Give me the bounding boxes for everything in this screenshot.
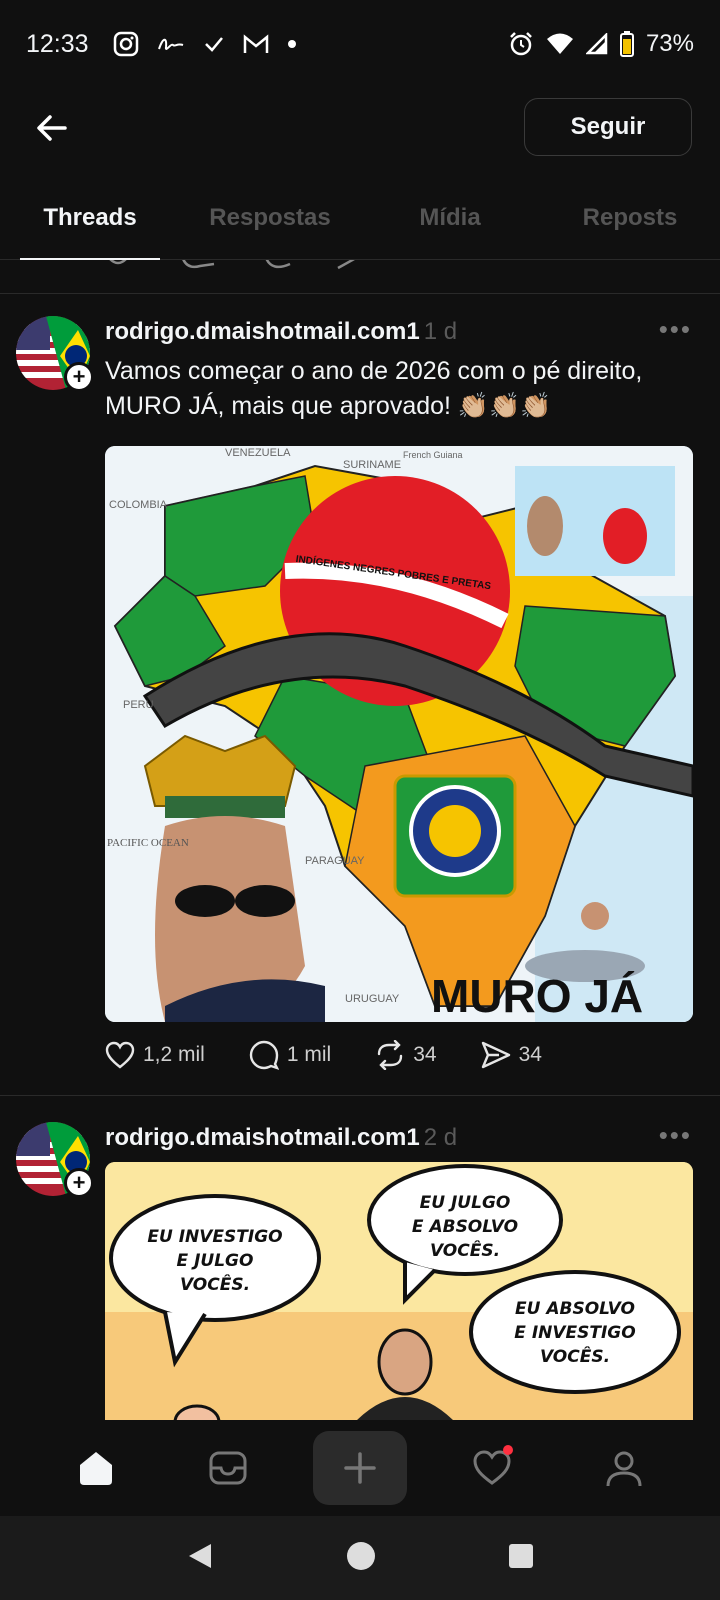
system-navigation xyxy=(0,1516,720,1600)
bottom-navigation xyxy=(0,1420,720,1516)
map-label: PERU xyxy=(123,699,154,711)
map-label: SURINAME xyxy=(343,459,401,471)
map-label: VENEZUELA xyxy=(225,447,291,459)
previous-post-actions xyxy=(0,260,720,294)
profile-icon xyxy=(606,1451,642,1487)
repost-icon xyxy=(378,1040,403,1070)
wifi-icon xyxy=(546,32,574,56)
post-image[interactable]: EU INVESTIGO E JULGO VOCÊS. EU JULGO E ABSO… xyxy=(105,1162,693,1420)
map-label: URUGUAY xyxy=(345,993,400,1005)
profile-tabs: Threads Respostas Mídia Reposts xyxy=(0,186,720,260)
map-label: French Guiana xyxy=(403,450,463,460)
tab-reposts[interactable]: Reposts xyxy=(540,186,720,259)
check-icon xyxy=(203,33,225,55)
follow-plus-icon[interactable]: + xyxy=(64,1168,94,1198)
post-image[interactable]: INDÍGENES NEGRES POBRES E PRETAS VENEZUE… xyxy=(105,446,693,1022)
signature-icon xyxy=(157,33,185,55)
username-text[interactable]: rodrigo.dmaishotmail.com1 xyxy=(105,318,420,345)
battery-percent: 73% xyxy=(645,30,694,57)
system-back-icon[interactable] xyxy=(185,1541,215,1576)
tab-respostas[interactable]: Respostas xyxy=(180,186,360,259)
comment-icon xyxy=(249,1040,279,1070)
home-icon xyxy=(80,1452,112,1485)
tab-threads[interactable]: Threads xyxy=(0,186,180,260)
back-arrow-icon[interactable] xyxy=(30,106,74,150)
post-2: + rodrigo.dmaishotmail.com1 2 d ••• EU IN… xyxy=(0,1100,720,1420)
status-bar: 12:33 73% xyxy=(0,0,720,88)
create-icon xyxy=(344,1452,376,1484)
status-time: 12:33 xyxy=(26,29,89,58)
post-text-line-2: MURO JÁ, mais que aprovado! 👏🏼👏🏼👏🏼 xyxy=(105,392,552,420)
post-age: 1 d xyxy=(423,318,458,345)
map-label: PARAGUAY xyxy=(305,855,365,867)
map-label: PACIFIC OCEAN xyxy=(107,837,189,849)
gmail-icon xyxy=(243,33,269,55)
nav-create[interactable] xyxy=(313,1431,407,1505)
signal-icon xyxy=(585,33,608,55)
inbox-icon xyxy=(209,1451,247,1485)
more-options-icon[interactable]: ••• xyxy=(659,314,692,345)
instagram-icon xyxy=(113,31,139,57)
battery-icon xyxy=(619,31,634,57)
post-username[interactable]: rodrigo.dmaishotmail.com1 2 d xyxy=(105,1124,457,1152)
alarm-icon xyxy=(508,31,534,57)
reply-count: 1 mil xyxy=(286,1043,332,1066)
brazil-wall-meme-image: INDÍGENES NEGRES POBRES E PRETAS VENEZUE… xyxy=(105,446,693,1022)
nav-inbox[interactable] xyxy=(181,1431,275,1505)
repost-button[interactable]: 34 xyxy=(375,1040,437,1070)
repost-count: 34 xyxy=(413,1043,437,1066)
username-text[interactable]: rodrigo.dmaishotmail.com1 xyxy=(105,1124,420,1151)
post-text: Vamos começar o ano de 2026 com o pé dir… xyxy=(105,354,695,424)
follow-plus-icon[interactable]: + xyxy=(64,362,94,392)
nav-activity[interactable] xyxy=(445,1431,539,1505)
cartoon-image: EU INVESTIGO E JULGO VOCÊS. EU JULGO E ABSO… xyxy=(105,1162,693,1420)
share-button[interactable]: 34 xyxy=(481,1041,542,1069)
post-actions: 1,2 mil 1 mil 34 34 xyxy=(105,1040,586,1070)
tab-midia[interactable]: Mídia xyxy=(360,186,540,259)
like-button[interactable]: 1,2 mil xyxy=(105,1041,205,1069)
reply-button[interactable]: 1 mil xyxy=(249,1040,331,1070)
system-home-icon[interactable] xyxy=(345,1540,377,1577)
heart-icon xyxy=(105,1041,135,1069)
dot-icon xyxy=(287,39,297,49)
nav-profile[interactable] xyxy=(577,1431,671,1505)
nav-home[interactable] xyxy=(49,1431,143,1505)
system-icons: 73% xyxy=(508,30,694,58)
notification-icons xyxy=(113,31,297,57)
post-1: + rodrigo.dmaishotmail.com1 1 d ••• Vamos… xyxy=(0,296,720,1096)
post-age: 2 d xyxy=(423,1124,458,1151)
share-count: 34 xyxy=(518,1043,542,1066)
top-bar: Seguir xyxy=(0,88,720,166)
system-recents-icon[interactable] xyxy=(507,1542,535,1575)
image-caption: MURO JÁ xyxy=(431,970,643,1022)
previous-post-action-icons xyxy=(109,260,355,270)
map-label: COLOMBIA xyxy=(109,499,168,511)
notification-dot xyxy=(503,1445,513,1455)
post-username[interactable]: rodrigo.dmaishotmail.com1 1 d xyxy=(105,318,457,346)
more-options-icon[interactable]: ••• xyxy=(659,1120,692,1151)
follow-button[interactable]: Seguir xyxy=(524,98,692,156)
post-text-line-1: Vamos começar o ano de 2026 com o pé dir… xyxy=(105,357,643,385)
like-count: 1,2 mil xyxy=(143,1043,205,1066)
send-icon xyxy=(481,1041,510,1069)
